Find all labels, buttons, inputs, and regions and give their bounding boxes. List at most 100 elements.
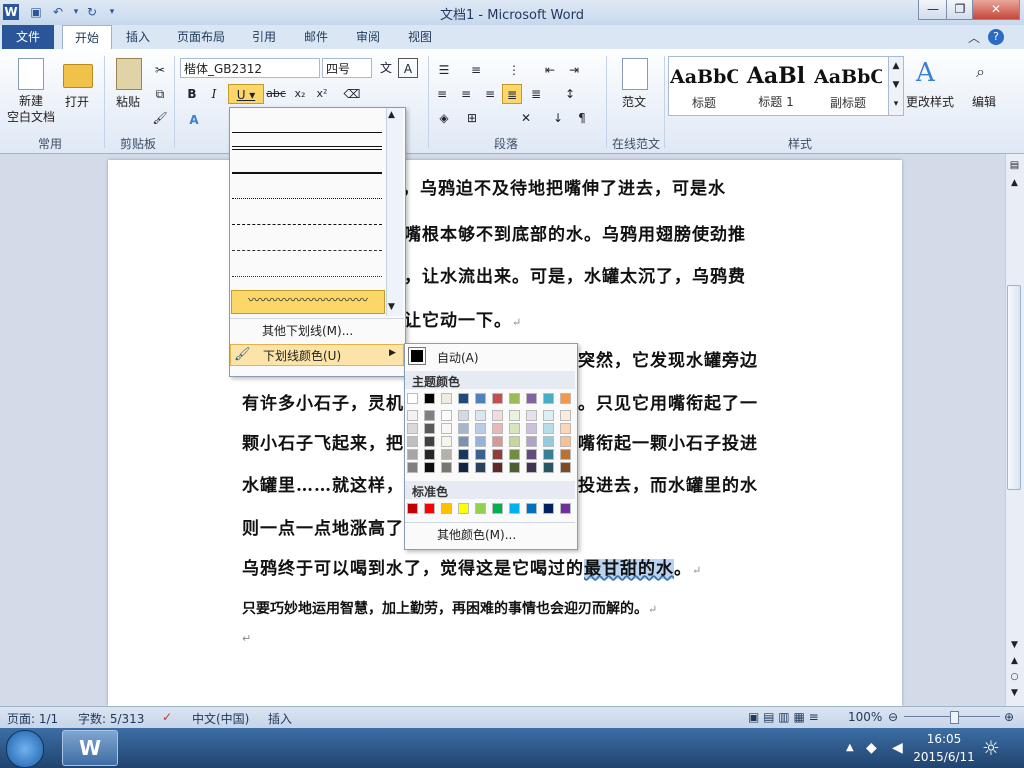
more-colors-item[interactable]: 其他颜色(M)...	[437, 526, 516, 543]
zoom-out-icon[interactable]: ⊖	[888, 710, 898, 724]
theme-color-swatch[interactable]	[475, 436, 486, 447]
theme-color-swatch[interactable]	[560, 436, 571, 447]
zoom-level[interactable]: 100%	[848, 710, 882, 724]
theme-color-swatch[interactable]	[560, 410, 571, 421]
zoom-in-icon[interactable]: ⊕	[1004, 710, 1014, 724]
underline-single-option[interactable]	[232, 108, 382, 133]
start-button-icon[interactable]	[6, 730, 44, 768]
page-count[interactable]: 页面: 1/1	[7, 710, 58, 727]
new-blank-document-button[interactable]: 新建 空白文档	[2, 93, 60, 125]
theme-color-swatch[interactable]	[441, 423, 452, 434]
scroll-down-icon[interactable]: ▼	[1008, 640, 1021, 654]
multilevel-list-icon[interactable]: ⋮	[504, 60, 524, 80]
tab-mailings[interactable]: 邮件	[296, 25, 336, 49]
underline-dash-dot-dot-option[interactable]	[232, 264, 382, 277]
theme-color-swatch[interactable]	[475, 462, 486, 473]
chinese-layout-icon[interactable]: ✕	[516, 108, 536, 128]
tray-time[interactable]: 16:05	[916, 732, 972, 746]
tray-volume-icon[interactable]: ◀	[892, 740, 903, 756]
more-underlines-item[interactable]: 其他下划线(M)...	[230, 320, 402, 342]
borders-icon[interactable]: ⊞	[462, 108, 482, 128]
theme-color-swatch[interactable]	[560, 462, 571, 473]
theme-color-swatch[interactable]	[424, 449, 435, 460]
strikethrough-button[interactable]: abc	[266, 84, 286, 104]
superscript-button[interactable]: x²	[312, 84, 332, 104]
dropdown-scroll-up-icon[interactable]: ▲	[388, 110, 395, 120]
theme-color-swatch[interactable]	[441, 436, 452, 447]
font-size-combo[interactable]: 四号	[322, 58, 372, 78]
theme-color-swatch[interactable]	[424, 462, 435, 473]
find-binoculars-icon[interactable]: ⌕	[976, 62, 985, 82]
scroll-thumb[interactable]	[1007, 285, 1021, 490]
char-border-icon[interactable]: A	[398, 58, 418, 78]
theme-color-swatch[interactable]	[509, 393, 520, 404]
open-folder-icon[interactable]	[63, 64, 93, 88]
theme-color-swatch[interactable]	[407, 423, 418, 434]
word-count[interactable]: 字数: 5/313	[78, 710, 144, 727]
theme-color-swatch[interactable]	[441, 410, 452, 421]
format-painter-icon[interactable]: 🖌	[150, 108, 170, 128]
standard-color-swatch[interactable]	[526, 503, 537, 514]
theme-color-swatch[interactable]	[424, 436, 435, 447]
theme-color-swatch[interactable]	[424, 410, 435, 421]
underline-double-option[interactable]	[232, 134, 382, 150]
theme-color-swatch[interactable]	[407, 393, 418, 404]
theme-color-swatch[interactable]	[492, 393, 503, 404]
theme-color-swatch[interactable]	[509, 449, 520, 460]
distributed-icon[interactable]: ≣	[526, 84, 546, 104]
theme-color-swatch[interactable]	[526, 410, 537, 421]
italic-button[interactable]: I	[204, 84, 224, 104]
theme-color-swatch[interactable]	[543, 462, 554, 473]
browse-object-icon[interactable]: ○	[1008, 672, 1021, 686]
standard-color-swatch[interactable]	[458, 503, 469, 514]
justify-icon[interactable]: ≣	[502, 84, 522, 104]
change-styles-button[interactable]: 更改样式	[904, 93, 956, 110]
dropdown-scrollbar[interactable]	[386, 108, 403, 316]
tab-file[interactable]: 文件	[2, 25, 54, 49]
align-right-icon[interactable]: ≡	[480, 84, 500, 104]
style-heading-1[interactable]: AaBl 标题 1	[742, 58, 810, 110]
tab-review[interactable]: 审阅	[348, 25, 388, 49]
tab-page-layout[interactable]: 页面布局	[170, 25, 232, 49]
theme-color-swatch[interactable]	[526, 423, 537, 434]
font-name-combo[interactable]: 楷体_GB2312	[180, 58, 320, 78]
theme-color-swatch[interactable]	[526, 462, 537, 473]
underline-dotted-option[interactable]	[232, 186, 382, 199]
line-spacing-icon[interactable]: ↕	[560, 84, 580, 104]
view-buttons-icon[interactable]: ▣ ▤ ▥ ▦ ≡	[748, 710, 819, 724]
theme-color-swatch[interactable]	[492, 436, 503, 447]
theme-color-swatch[interactable]	[492, 423, 503, 434]
paste-icon[interactable]	[116, 58, 142, 90]
selected-text[interactable]: 最甘甜的水	[584, 559, 674, 579]
clear-format-icon[interactable]: ⌫	[342, 84, 362, 104]
standard-color-swatch[interactable]	[560, 503, 571, 514]
theme-color-swatch[interactable]	[543, 410, 554, 421]
tray-weather-icon[interactable]: ☼	[982, 736, 1000, 760]
new-document-icon[interactable]	[18, 58, 44, 90]
decrease-indent-icon[interactable]: ⇤	[540, 60, 560, 80]
collapse-ribbon-icon[interactable]: ︿	[968, 29, 980, 46]
styles-scroll-icon[interactable]: ▲ ▼ ▾	[888, 56, 904, 116]
text-effects-icon[interactable]: A	[184, 110, 204, 130]
bold-button[interactable]: B	[182, 84, 202, 104]
theme-color-swatch[interactable]	[543, 449, 554, 460]
theme-color-swatch[interactable]	[543, 393, 554, 404]
style-subtitle[interactable]: AaBbC 副标题	[814, 58, 882, 110]
shading-icon[interactable]: ◈	[434, 108, 454, 128]
theme-color-swatch[interactable]	[441, 393, 452, 404]
cut-icon[interactable]: ✂	[150, 60, 170, 80]
tab-insert[interactable]: 插入	[118, 25, 158, 49]
tray-expand-icon[interactable]: ▲	[846, 742, 854, 753]
theme-color-swatch[interactable]	[475, 449, 486, 460]
sample-essay-icon[interactable]	[622, 58, 648, 90]
bullets-icon[interactable]: ☰	[434, 60, 454, 80]
scroll-up-icon[interactable]: ▲	[1008, 178, 1021, 192]
standard-color-swatch[interactable]	[441, 503, 452, 514]
theme-color-swatch[interactable]	[458, 410, 469, 421]
theme-color-swatch[interactable]	[560, 423, 571, 434]
align-left-icon[interactable]: ≡	[432, 84, 452, 104]
zoom-slider-thumb[interactable]	[950, 711, 959, 724]
theme-color-swatch[interactable]	[492, 410, 503, 421]
change-styles-icon[interactable]: A	[916, 58, 935, 88]
standard-color-swatch[interactable]	[424, 503, 435, 514]
